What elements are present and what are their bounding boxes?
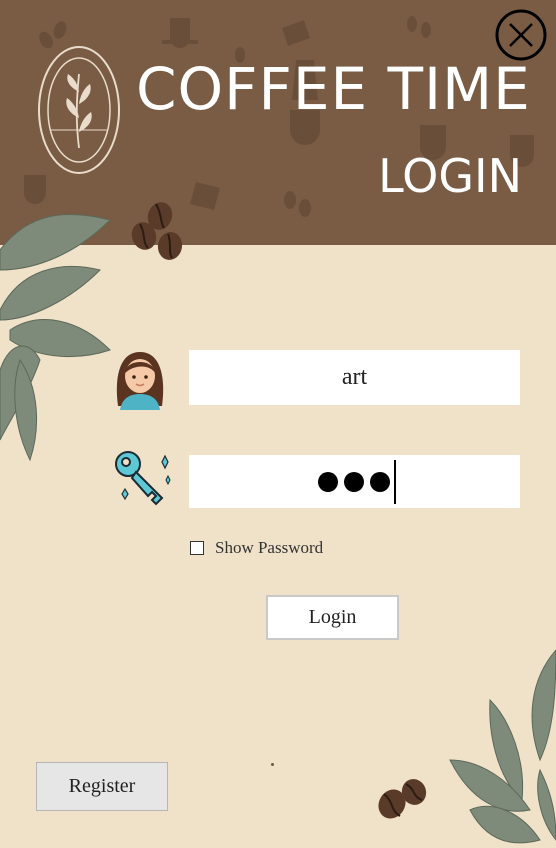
coffee-beans-decoration: [378, 779, 427, 819]
show-password-toggle[interactable]: Show Password: [190, 538, 323, 558]
password-mask: [312, 471, 390, 492]
app-title: COFFEE TIME: [136, 55, 531, 123]
user-avatar-icon: [110, 346, 170, 414]
close-button[interactable]: [494, 8, 548, 62]
speck-decoration: [271, 763, 274, 766]
password-field[interactable]: [189, 455, 520, 508]
page-subtitle: LOGIN: [378, 149, 522, 203]
password-dot: [344, 471, 364, 492]
brand-logo: [36, 44, 122, 180]
show-password-label: Show Password: [215, 538, 324, 557]
leaves-right-decoration: [449, 649, 556, 844]
password-dot: [370, 471, 390, 492]
close-icon: [495, 9, 547, 61]
show-password-checkbox[interactable]: [190, 541, 204, 555]
login-button[interactable]: Login: [266, 595, 399, 640]
leaf-logo-icon: [38, 46, 120, 174]
key-icon: [112, 448, 174, 510]
text-caret: [394, 459, 396, 504]
register-button[interactable]: Register: [36, 762, 168, 811]
leaves-left-decoration: [0, 213, 111, 462]
username-value: art: [341, 364, 368, 390]
coffee-beans-decoration: [131, 202, 183, 260]
password-dot: [318, 471, 338, 492]
username-field[interactable]: art: [189, 350, 520, 405]
